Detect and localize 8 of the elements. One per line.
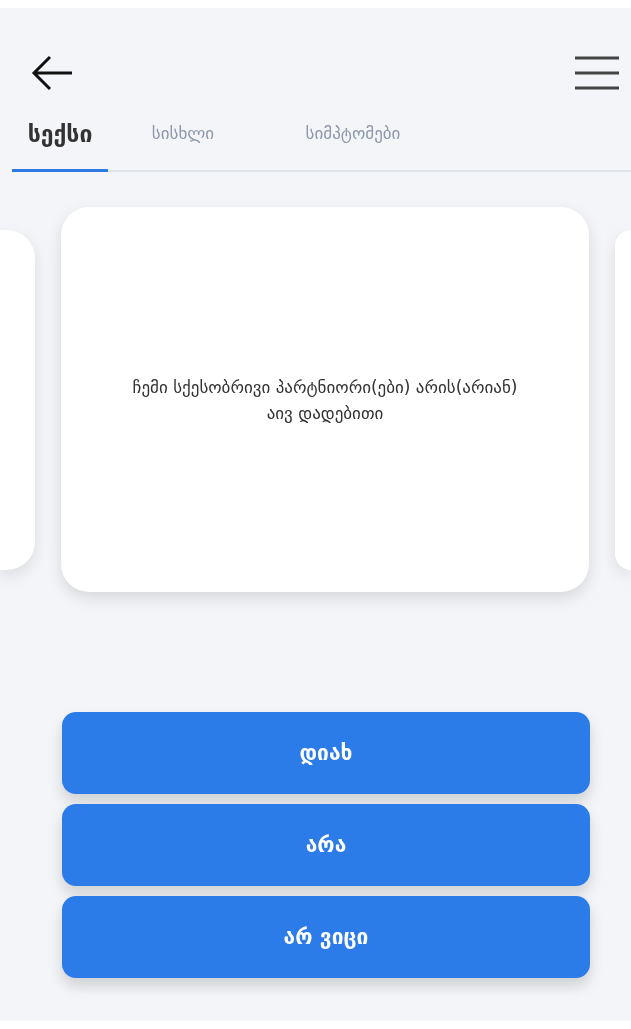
answer-button[interactable]: არა	[62, 804, 590, 886]
tab[interactable]: სექსი	[12, 121, 108, 172]
question-text: ჩემი სქესობრივი პარტნიორი(ები) არის(არიან) აივ დადებითი	[131, 375, 519, 425]
tab[interactable]: სიმპტომები	[258, 123, 448, 172]
tab[interactable]: სისხლი	[108, 123, 258, 172]
menu-icon[interactable]	[573, 55, 621, 91]
answer-button[interactable]: დიახ	[62, 712, 590, 794]
answer-button[interactable]: არ ვიცი	[62, 896, 590, 978]
